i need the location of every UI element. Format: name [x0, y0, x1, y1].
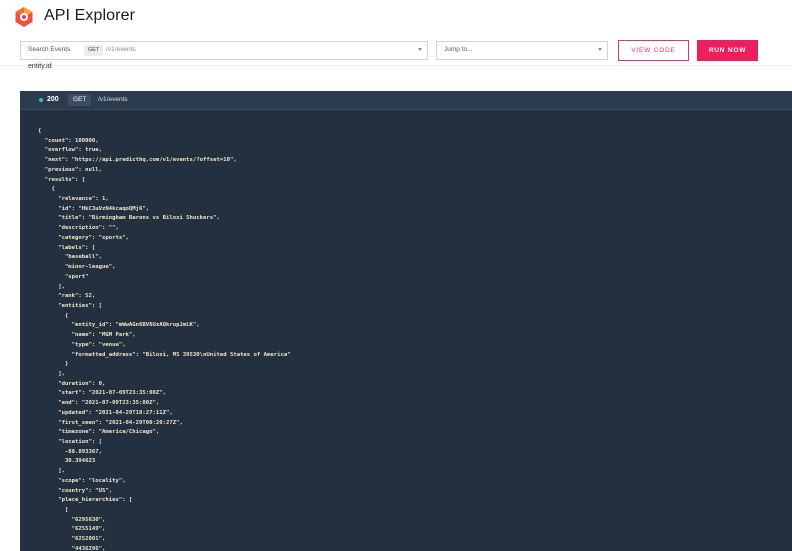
- code-line: "duration": 0,: [38, 380, 106, 387]
- code-line: }: [38, 361, 69, 368]
- predicthq-logo-icon: [15, 7, 33, 27]
- code-line: "country": "US",: [38, 487, 113, 494]
- request-toolbar: Search Events GET /v1/events Jump to... …: [0, 36, 792, 66]
- code-line: "type": "venue",: [38, 341, 126, 348]
- response-header: 200 GET /v1/events: [20, 91, 792, 110]
- code-line: "next": "https://api.predicthq.com/v1/ev…: [38, 157, 237, 164]
- code-line: "labels": [: [38, 244, 96, 251]
- code-line: "4436296",: [38, 545, 106, 551]
- status-code: 200: [47, 96, 59, 103]
- app-title: API Explorer: [44, 7, 136, 24]
- code-line: "6295630",: [38, 516, 106, 523]
- jump-to-select[interactable]: Jump to...: [436, 41, 608, 60]
- jump-to-placeholder: Jump to...: [444, 46, 473, 53]
- code-line: "formatted_address": "Biloxi, MS 39530\n…: [38, 351, 291, 358]
- code-line: "end": "2021-07-09T23:35:00Z",: [38, 400, 160, 407]
- code-line: "location": [: [38, 439, 102, 445]
- response-method-badge: GET: [68, 94, 92, 106]
- status-dot-icon: [39, 98, 43, 102]
- code-line: "scope": "locality",: [38, 477, 126, 484]
- code-line: "count": 100000,: [38, 137, 99, 144]
- search-label: Search Events: [28, 46, 71, 53]
- endpoint-search-select[interactable]: Search Events GET /v1/events: [20, 41, 428, 60]
- code-line: {: [38, 128, 42, 134]
- code-line: ],: [38, 283, 65, 290]
- code-line: "6252001",: [38, 536, 106, 543]
- endpoint-path: /v1/events: [106, 46, 136, 53]
- run-now-button[interactable]: RUN NOW: [697, 40, 758, 61]
- code-line: "rank": 52,: [38, 293, 96, 300]
- view-code-button[interactable]: VIEW CODE: [618, 40, 689, 61]
- code-line: 30.394623: [38, 458, 96, 465]
- code-line: "relevance": 1,: [38, 196, 109, 203]
- code-line: "results": [: [38, 176, 86, 183]
- response-json-body: { "count": 100000, "overflow": true, "ne…: [38, 127, 291, 551]
- code-line: [: [38, 507, 69, 514]
- code-line: "minor-league",: [38, 264, 116, 271]
- code-line: "name": "MGM Park",: [38, 332, 136, 339]
- code-line: "previous": null,: [38, 166, 102, 173]
- app-header: API Explorer: [0, 0, 792, 36]
- code-line: ],: [38, 468, 65, 475]
- chevron-down-icon[interactable]: [418, 48, 422, 51]
- code-line: "entity_id": "mWwAGn6BV6UzAQkrupJmLK",: [38, 322, 200, 329]
- method-badge: GET: [84, 45, 104, 56]
- code-line: "updated": "2021-04-29T18:27:11Z",: [38, 409, 173, 416]
- code-line: {: [38, 186, 55, 193]
- code-line: "place_hierarchies": [: [38, 497, 133, 504]
- code-line: {: [38, 312, 69, 319]
- response-path: /v1/events: [98, 96, 128, 103]
- parameter-label: entity.id: [28, 63, 52, 70]
- code-line: "overflow": true,: [38, 147, 102, 154]
- code-line: -88.893367,: [38, 448, 102, 455]
- chevron-down-icon[interactable]: [598, 48, 602, 51]
- code-line: "category": "sports",: [38, 234, 129, 241]
- code-line: "description": "",: [38, 225, 119, 232]
- code-line: "start": "2021-07-09T23:35:00Z",: [38, 390, 166, 397]
- code-line: "6255149",: [38, 526, 106, 533]
- code-line: "baseball",: [38, 254, 102, 261]
- response-panel: 200 GET /v1/events { "count": 100000, "o…: [20, 91, 792, 551]
- code-line: "timezone": "America/Chicago",: [38, 429, 160, 436]
- code-line: "sport": [38, 273, 89, 280]
- code-line: "id": "HkC3uVzN4kcaqoQMj6",: [38, 205, 150, 212]
- code-line: ],: [38, 370, 65, 377]
- code-line: "entities": [: [38, 302, 102, 309]
- code-line: "first_seen": "2021-04-29T00:20:27Z",: [38, 419, 183, 426]
- code-line: "title": "Birmingham Barons vs Biloxi Sh…: [38, 215, 220, 222]
